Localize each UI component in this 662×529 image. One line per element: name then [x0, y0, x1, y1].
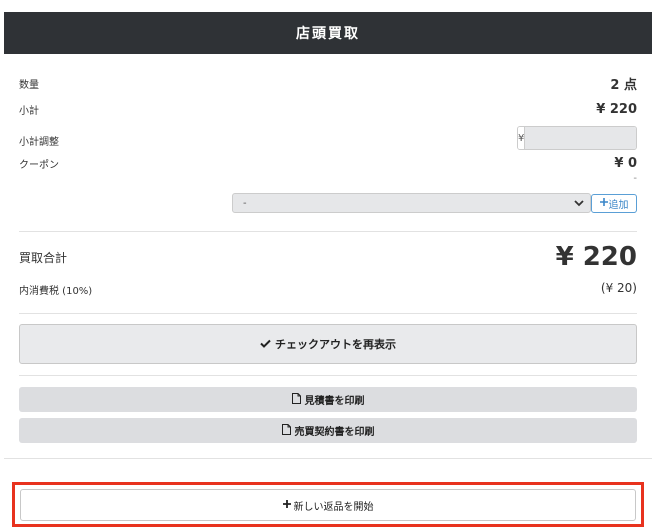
adjust-label: 小計調整	[19, 137, 59, 148]
divider	[19, 313, 637, 314]
print-contract-button[interactable]: 売買契約書を印刷	[19, 418, 637, 443]
subtotal-adjust-input[interactable]	[525, 127, 636, 149]
quantity-row: 数量 2 点	[19, 74, 637, 93]
divider	[19, 375, 637, 376]
quantity-label: 数量	[19, 80, 39, 91]
coupon-value: ¥ 0	[614, 156, 637, 171]
divider	[19, 231, 637, 232]
print-estimate-label: 見積書を印刷	[304, 396, 365, 407]
total-value: ¥ 220	[555, 242, 637, 272]
print-contract-label: 売買契約書を印刷	[294, 427, 375, 438]
coupon-label: クーポン	[19, 160, 59, 171]
yen-addon: ¥	[518, 127, 526, 149]
new-return-label: 新しい返品を開始	[293, 501, 374, 513]
subtotal-value: ¥ 220	[596, 102, 637, 117]
add-coupon-label: 追加	[608, 200, 629, 211]
subtotal-row: 小計 ¥ 220	[19, 102, 637, 117]
tax-label: 内消費税 (10%)	[19, 286, 93, 297]
subtotal-label: 小計	[19, 106, 39, 117]
pdf-icon	[291, 392, 301, 407]
plus-icon	[599, 198, 608, 209]
coupon-note: -	[633, 173, 637, 184]
pdf-icon	[281, 423, 291, 438]
print-estimate-button[interactable]: 見積書を印刷	[19, 387, 637, 412]
plus-icon	[282, 499, 291, 511]
page-title: 店頭買取	[296, 26, 360, 42]
show-checkout-button[interactable]: チェックアウトを再表示	[19, 324, 637, 364]
adjust-row: 小計調整	[19, 133, 219, 148]
page-header: 店頭買取	[4, 12, 652, 54]
add-coupon-button[interactable]: 追加	[591, 194, 637, 213]
check-icon	[260, 338, 271, 351]
divider	[4, 458, 652, 459]
chevron-down-icon	[574, 196, 584, 210]
show-checkout-label: チェックアウトを再表示	[275, 338, 396, 351]
new-return-button[interactable]: 新しい返品を開始	[20, 489, 636, 521]
tax-value: (¥ 20)	[600, 281, 637, 295]
coupon-row: クーポン ¥ 0	[19, 156, 637, 171]
subtotal-adjust-group: ¥	[517, 126, 637, 150]
coupon-select-value: -	[243, 197, 247, 209]
total-label: 買取合計	[19, 251, 68, 265]
quantity-value: 2 点	[610, 78, 637, 93]
coupon-select[interactable]: -	[232, 193, 591, 213]
